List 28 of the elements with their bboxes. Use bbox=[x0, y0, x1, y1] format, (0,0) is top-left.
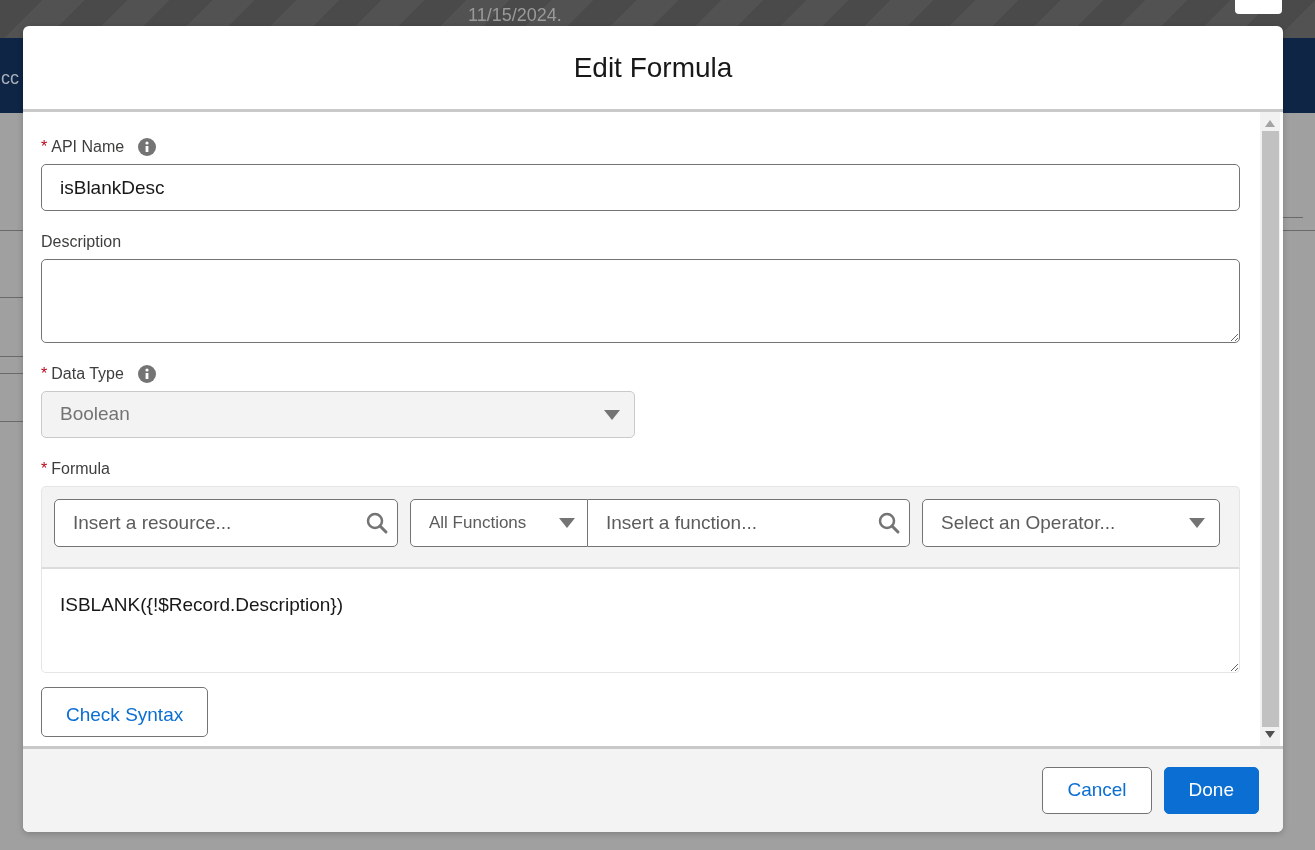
scrollbar[interactable] bbox=[1260, 112, 1280, 746]
required-mark: * bbox=[41, 459, 48, 479]
app-title: cc bbox=[1, 67, 19, 90]
modal-title: Edit Formula bbox=[573, 50, 733, 85]
field-label: Description bbox=[41, 232, 122, 252]
formula-editor[interactable]: ISBLANK({!$Record.Description}) bbox=[41, 569, 1240, 673]
search-icon bbox=[365, 511, 389, 535]
text-field[interactable]: isBlankDesc bbox=[41, 164, 1240, 211]
required-mark: * bbox=[41, 137, 48, 157]
notification-text: 11/15/2024. bbox=[468, 4, 562, 27]
field-label: API Name bbox=[51, 137, 125, 157]
check-syntax-button[interactable]: Check Syntax bbox=[41, 687, 209, 737]
text-area[interactable] bbox=[41, 259, 1240, 343]
function-search-field[interactable]: Insert a function... bbox=[588, 499, 910, 547]
operator-dropdown[interactable]: Select an Operator... bbox=[922, 499, 1220, 547]
field-label: Data Type bbox=[51, 364, 124, 384]
caret-icon bbox=[1189, 518, 1205, 528]
required-mark: * bbox=[41, 364, 48, 384]
function-category-dropdown[interactable]: All Functions bbox=[410, 499, 588, 547]
info-icon[interactable] bbox=[138, 138, 157, 156]
search-icon bbox=[877, 511, 901, 535]
field-label: Formula bbox=[51, 459, 110, 479]
resource-search-field[interactable]: Insert a resource... bbox=[54, 499, 398, 547]
cancel-button[interactable]: Cancel bbox=[1042, 767, 1152, 814]
scroll-down-icon[interactable] bbox=[1265, 731, 1275, 738]
caret-icon bbox=[604, 409, 620, 420]
done-button[interactable]: Done bbox=[1163, 767, 1259, 814]
caret-icon bbox=[559, 518, 575, 528]
